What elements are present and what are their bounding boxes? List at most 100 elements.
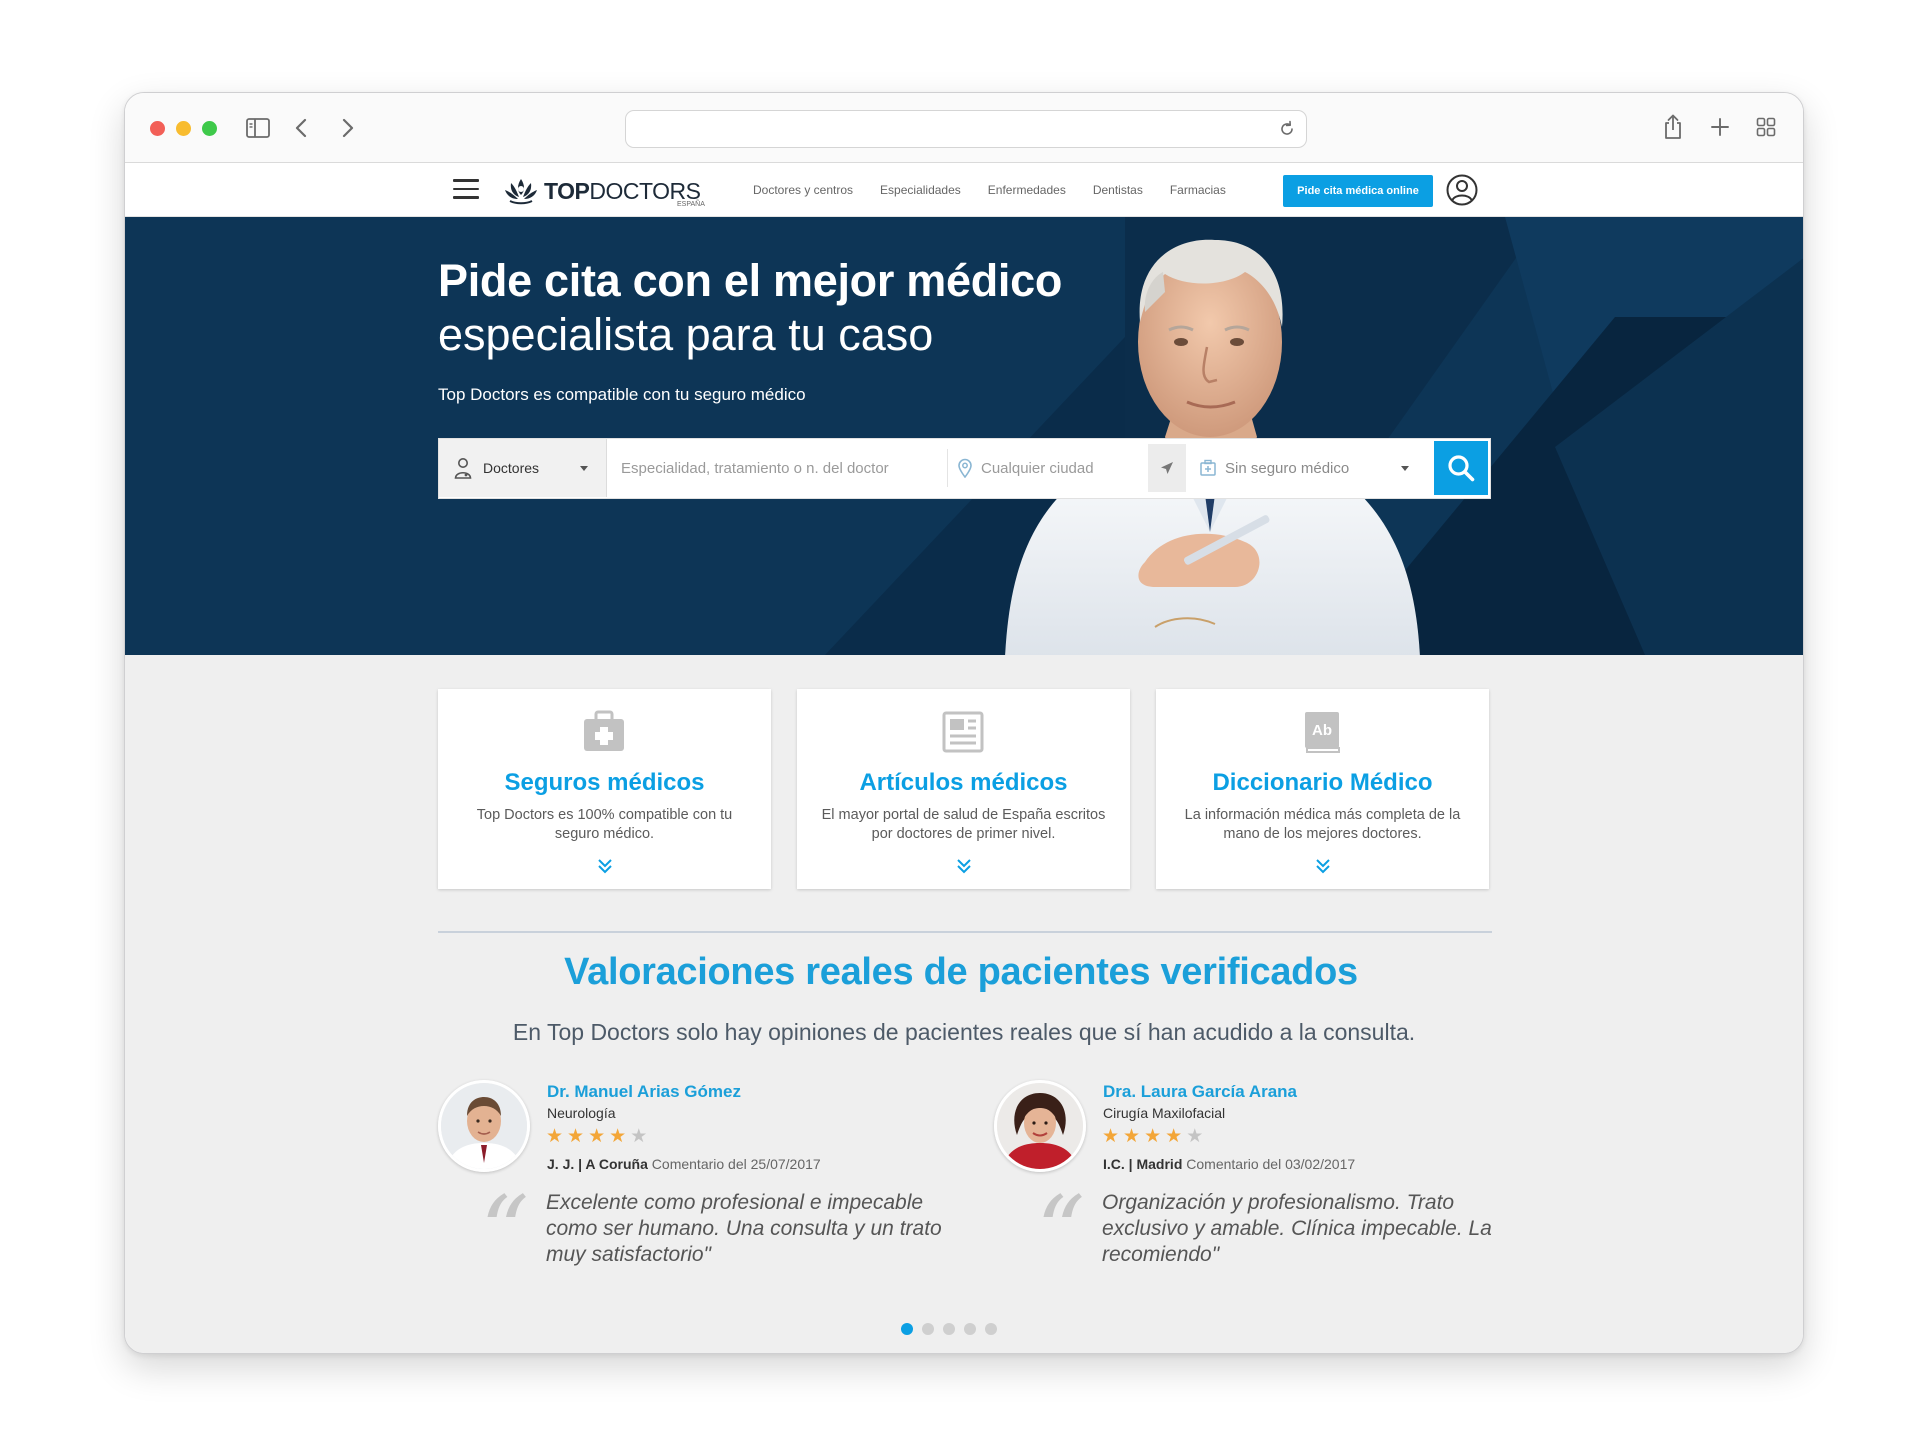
- quote-mark-icon: “: [1036, 1176, 1086, 1288]
- insurance-building-icon: [1200, 459, 1216, 476]
- star-icon: ★: [609, 1126, 627, 1147]
- card-description: El mayor portal de salud de España escri…: [821, 807, 1106, 842]
- minimize-window-button[interactable]: [176, 121, 191, 136]
- share-icon[interactable]: [1660, 111, 1686, 143]
- insurance-label: Sin seguro médico: [1225, 459, 1350, 477]
- review-date: Comentario del 03/02/2017: [1186, 1156, 1356, 1172]
- star-icon: ★: [1165, 1126, 1183, 1147]
- chevron-down-icon[interactable]: [596, 857, 614, 875]
- back-arrow-icon[interactable]: [288, 113, 314, 143]
- city-placeholder: Cualquier ciudad: [981, 459, 1094, 477]
- star-icon: ★: [1123, 1126, 1141, 1147]
- star-icon: ★: [1144, 1126, 1162, 1147]
- reload-icon[interactable]: [1276, 118, 1298, 140]
- hero-banner: Pide cita con el mejor médico especialis…: [125, 217, 1803, 655]
- browser-window: TOPDOCTORS ESPAÑA Doctores y centros Esp…: [124, 92, 1804, 1354]
- card-articulos[interactable]: Artículos médicos El mayor portal de sal…: [797, 689, 1130, 889]
- doctor-name[interactable]: Dra. Laura García Arana: [1103, 1082, 1297, 1102]
- dictionary-book-icon: Ab: [1305, 712, 1340, 753]
- user-account-icon[interactable]: [1445, 173, 1479, 207]
- card-title: Artículos médicos: [859, 769, 1068, 796]
- city-input[interactable]: Cualquier ciudad: [957, 439, 1147, 497]
- hero-title: Pide cita con el mejor médico: [438, 255, 1063, 306]
- site-header: TOPDOCTORS ESPAÑA Doctores y centros Esp…: [125, 163, 1803, 217]
- zoom-window-button[interactable]: [202, 121, 217, 136]
- main-nav: Doctores y centros Especialidades Enferm…: [753, 163, 1253, 217]
- search-icon: [1448, 455, 1475, 482]
- carousel-dot[interactable]: [985, 1323, 997, 1335]
- section-divider: [438, 931, 1492, 933]
- star-icon: ★: [546, 1126, 564, 1147]
- sidebar-toggle-icon[interactable]: [245, 113, 271, 143]
- hero-title-line2: especialista para tu caso: [438, 309, 934, 360]
- locate-me-icon[interactable]: [1148, 444, 1186, 492]
- review-author: J. J. | A Coruña: [547, 1156, 648, 1172]
- main-content: Seguros médicos Top Doctors es 100% comp…: [125, 655, 1803, 1353]
- star-icon: ★: [1102, 1126, 1120, 1147]
- svg-text:Ab: Ab: [1312, 722, 1332, 739]
- forward-arrow-icon[interactable]: [335, 113, 361, 143]
- carousel-dot[interactable]: [922, 1323, 934, 1335]
- search-bar: Doctores Especialidad, tratamiento o n. …: [438, 438, 1491, 499]
- doctor-specialty: Cirugía Maxilofacial: [1103, 1105, 1226, 1121]
- first-aid-kit-icon: [584, 710, 624, 751]
- location-pin-icon: [958, 458, 972, 478]
- chevron-down-icon[interactable]: [955, 857, 973, 875]
- reviews-title: Valoraciones reales de pacientes verific…: [564, 951, 1358, 993]
- nav-doctores-centros[interactable]: Doctores y centros: [753, 183, 853, 197]
- topdoctors-logo[interactable]: TOPDOCTORS ESPAÑA: [502, 173, 705, 209]
- carousel-dot[interactable]: [901, 1323, 913, 1335]
- review-card: Dr. Manuel Arias Gómez Neurología ★ ★ ★ ★ ★ …: [438, 1080, 958, 1300]
- menu-icon[interactable]: [453, 179, 479, 201]
- insurance-select[interactable]: Sin seguro médico: [1199, 439, 1429, 497]
- card-title: Seguros médicos: [504, 769, 705, 796]
- address-bar[interactable]: [625, 110, 1307, 148]
- doctor-name[interactable]: Dr. Manuel Arias Gómez: [547, 1082, 741, 1102]
- specialty-input[interactable]: Especialidad, tratamiento o n. del docto…: [621, 439, 941, 497]
- search-type-select[interactable]: Doctores: [439, 439, 607, 497]
- rating-stars: ★ ★ ★ ★ ★: [546, 1127, 651, 1147]
- avatar[interactable]: [994, 1080, 1086, 1172]
- book-appointment-button[interactable]: Pide cita médica online: [1283, 175, 1433, 207]
- close-window-button[interactable]: [150, 121, 165, 136]
- newspaper-icon: [942, 711, 984, 753]
- card-description: Top Doctors es 100% compatible con tu se…: [476, 807, 733, 842]
- card-description: La información médica más completa de la…: [1184, 807, 1461, 842]
- card-seguros[interactable]: Seguros médicos Top Doctors es 100% comp…: [438, 689, 771, 889]
- carousel-dot[interactable]: [943, 1323, 955, 1335]
- card-diccionario[interactable]: Ab Diccionario Médico La información méd…: [1156, 689, 1489, 889]
- rating-stars: ★ ★ ★ ★ ★: [1102, 1127, 1207, 1147]
- quote-mark-icon: “: [480, 1176, 530, 1288]
- carousel-dot[interactable]: [964, 1323, 976, 1335]
- chevron-down-icon: [580, 466, 588, 471]
- card-title: Diccionario Médico: [1212, 769, 1433, 796]
- carousel-pagination: [901, 1323, 1006, 1335]
- doctor-icon: [454, 458, 472, 479]
- review-card: Dra. Laura García Arana Cirugía Maxilofa…: [994, 1080, 1514, 1300]
- hero-subtitle: Top Doctors es compatible con tu seguro …: [438, 385, 806, 404]
- avatar[interactable]: [438, 1080, 530, 1172]
- lotus-logo-icon: [505, 179, 537, 205]
- chevron-down-icon[interactable]: [1314, 857, 1332, 875]
- doctor-specialty: Neurología: [547, 1105, 616, 1121]
- star-icon: ★: [567, 1126, 585, 1147]
- search-type-label: Doctores: [483, 460, 540, 476]
- logo-country: ESPAÑA: [677, 201, 705, 208]
- review-meta: J. J. | A Coruña Comentario del 25/07/20…: [547, 1156, 821, 1172]
- review-quote: Excelente como profesional e impecable c…: [546, 1191, 942, 1266]
- nav-farmacias[interactable]: Farmacias: [1170, 183, 1226, 197]
- nav-enfermedades[interactable]: Enfermedades: [988, 183, 1066, 197]
- review-date: Comentario del 25/07/2017: [651, 1156, 821, 1172]
- star-icon: ★: [588, 1126, 606, 1147]
- nav-dentistas[interactable]: Dentistas: [1093, 183, 1143, 197]
- chevron-down-icon: [1401, 466, 1409, 471]
- tab-overview-icon[interactable]: [1753, 111, 1779, 143]
- reviews-subtitle: En Top Doctors solo hay opiniones de pac…: [512, 1019, 1416, 1045]
- search-button[interactable]: [1434, 441, 1488, 495]
- review-meta: I.C. | Madrid Comentario del 03/02/2017: [1103, 1156, 1355, 1172]
- search-divider: [947, 449, 948, 487]
- nav-especialidades[interactable]: Especialidades: [880, 183, 961, 197]
- new-tab-icon[interactable]: [1707, 111, 1733, 143]
- review-author: I.C. | Madrid: [1103, 1156, 1183, 1172]
- review-quote: Organización y profesionalismo. Trato ex…: [1102, 1191, 1492, 1266]
